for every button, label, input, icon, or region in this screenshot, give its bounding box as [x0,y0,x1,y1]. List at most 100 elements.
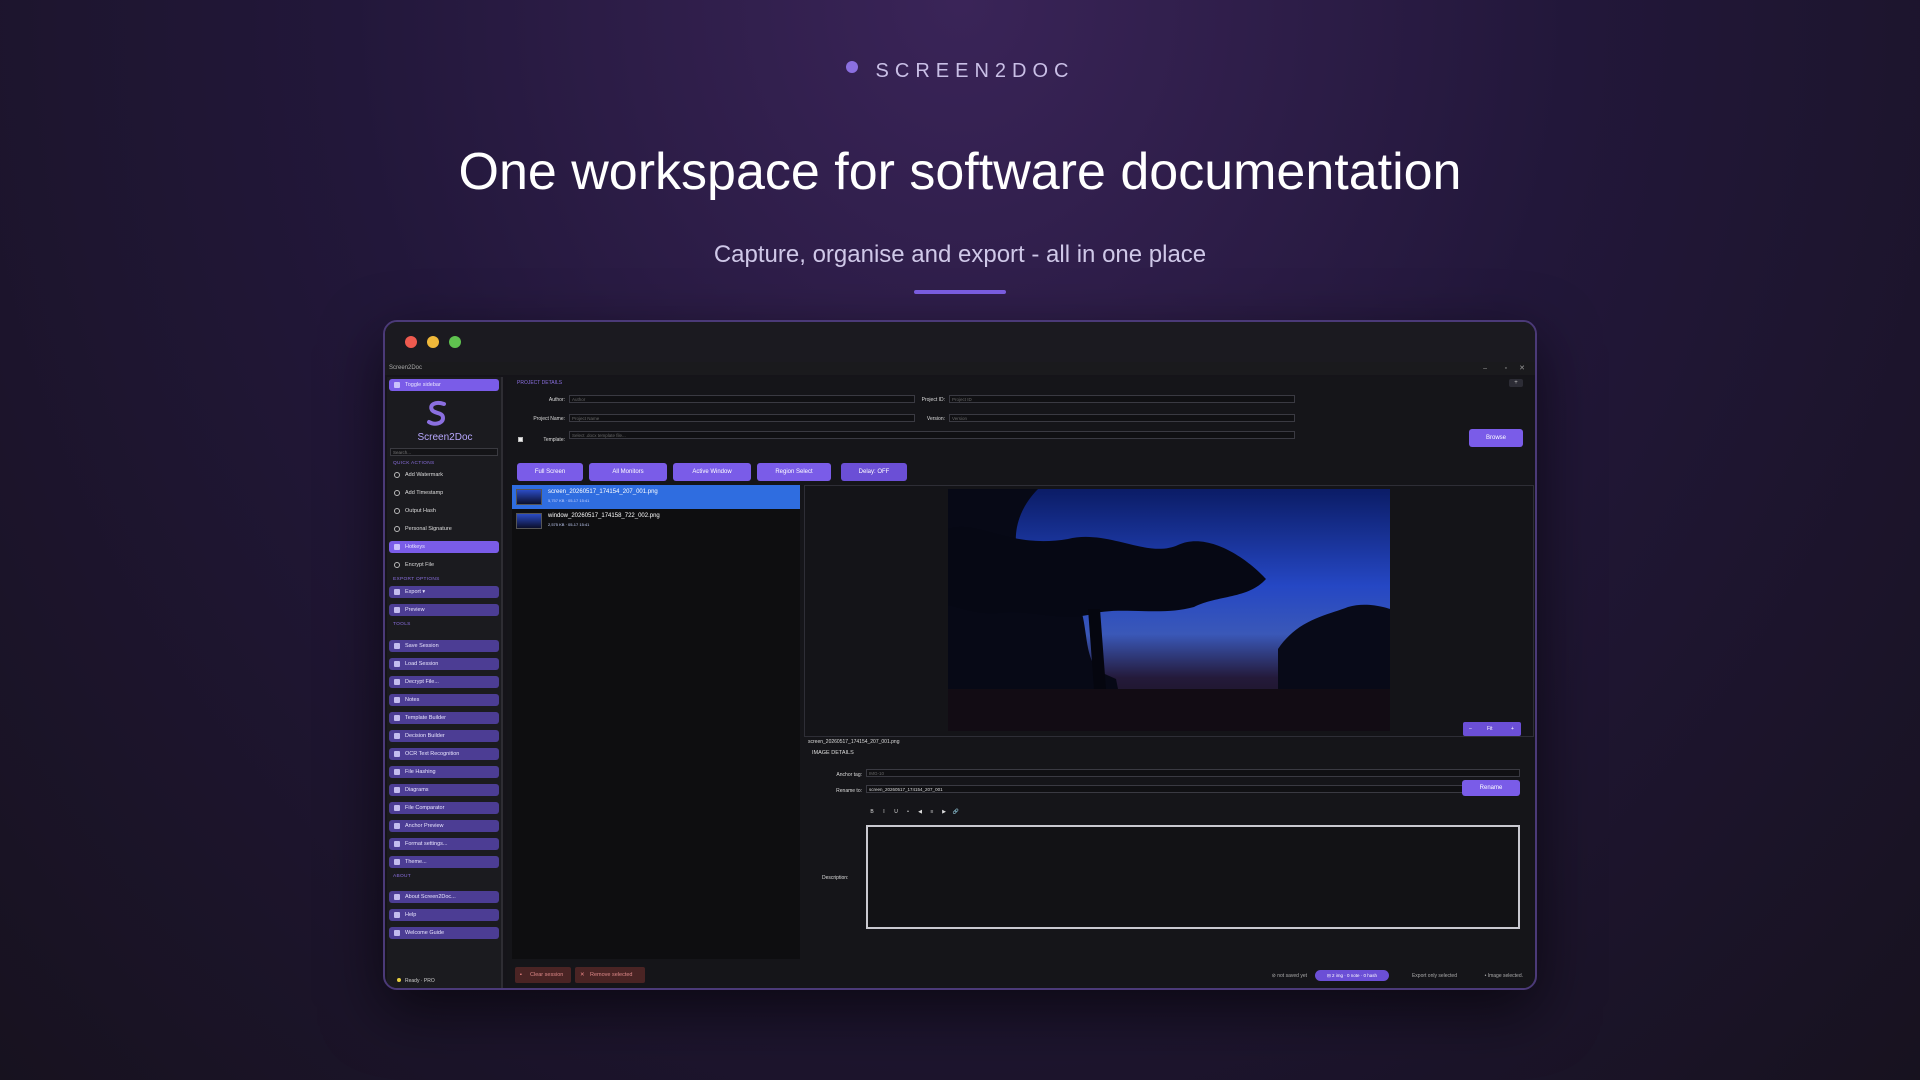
export-icon [394,589,400,595]
anchor-tag-field[interactable]: IMG-10 [866,769,1520,777]
format-settings-button[interactable]: Format settings... [389,838,499,850]
notes-button[interactable]: Notes [389,694,499,706]
clear-session-button[interactable]: ▪ Clear session [515,967,571,983]
add-timestamp-button[interactable]: Add Timestamp [389,487,499,499]
save-icon [394,643,400,649]
toggle-sidebar-button[interactable]: Toggle sidebar [389,379,499,391]
rename-field[interactable]: screen_20260517_174154_207_001 [866,785,1468,793]
decision-builder-button[interactable]: Decision Builder [389,730,499,742]
folder-icon [394,661,400,667]
align-right-icon[interactable]: ▶ [938,809,950,815]
zoom-dot-icon[interactable] [449,336,461,348]
template-icon [394,715,400,721]
file-meta: 2,575 KB · 05-17 15:41 [548,522,590,527]
guide-icon [394,930,400,936]
minimize-dot-icon[interactable] [427,336,439,348]
link-icon[interactable]: 🔗 [950,809,962,815]
app-name: Screen2Doc [417,432,473,443]
save-status: ⊘ not saved yet [1271,973,1307,979]
author-label: Author: [548,397,565,403]
about-heading: ABOUT [393,874,412,879]
delay-button[interactable]: Delay: OFF [841,463,907,481]
all-monitors-button[interactable]: All Monitors [589,463,667,481]
diagrams-button[interactable]: Diagrams [389,784,499,796]
underline-icon[interactable]: U [890,809,902,815]
load-session-button[interactable]: Load Session [389,658,499,670]
preview-image [948,489,1390,731]
project-id-field[interactable]: Project ID [949,395,1295,403]
image-preview[interactable]: – Fit + [804,485,1534,737]
template-builder-button[interactable]: Template Builder [389,712,499,724]
rename-button[interactable]: Rename [1462,780,1520,796]
anchor-preview-button[interactable]: Anchor Preview [389,820,499,832]
app-window-mockup: Screen2Doc – ▫ ✕ Toggle sidebar Screen2D… [383,320,1537,990]
personal-signature-button[interactable]: Personal Signature [389,523,499,535]
full-screen-button[interactable]: Full Screen [517,463,583,481]
ocr-button[interactable]: OCR Text Recognition [389,748,499,760]
file-hashing-button[interactable]: File Hashing [389,766,499,778]
remove-selected-button[interactable]: ✕ Remove selected [575,967,645,983]
headline: One workspace for software documentation [458,143,1462,201]
about-button[interactable]: About Screen2Doc... [389,891,499,903]
project-id-label: Project ID: [921,397,945,403]
image-details: IMAGE DETAILS Anchor tag: IMG-10 Rename … [804,747,1534,959]
file-thumbnail [516,489,542,505]
export-button[interactable]: Export ▾ [389,586,499,598]
zoom-fit-button[interactable]: Fit [1487,722,1493,736]
welcome-guide-button[interactable]: Welcome Guide [389,927,499,939]
project-name-field[interactable]: Project Name [569,414,915,422]
preview-button[interactable]: Preview [389,604,499,616]
region-select-button[interactable]: Region Select [757,463,831,481]
export-only-selected-checkbox[interactable]: Export only selected [1412,973,1457,979]
zoom-out-button[interactable]: – [1469,722,1472,736]
info-icon [394,894,400,900]
add-watermark-button[interactable]: Add Watermark [389,469,499,481]
template-field[interactable]: Select .docx template file... [569,431,1295,439]
align-left-icon[interactable]: ◀ [914,809,926,815]
help-icon [394,912,400,918]
close-icon[interactable]: ✕ [1519,362,1525,375]
description-textarea[interactable] [866,825,1520,929]
zoom-in-button[interactable]: + [1511,722,1514,736]
author-field[interactable]: Author [569,395,915,403]
hotkeys-button[interactable]: Hotkeys [389,541,499,553]
accent-divider [914,290,1006,294]
close-dot-icon[interactable] [405,336,417,348]
search-icon [394,751,400,757]
sidebar-search-input[interactable]: Search... [390,448,498,456]
italic-icon[interactable]: I [878,809,890,815]
file-row[interactable]: screen_20260517_174154_207_001.png 5,757… [512,485,800,509]
mock-titlebar [385,322,1535,364]
compare-icon [394,805,400,811]
save-session-button[interactable]: Save Session [389,640,499,652]
bold-icon[interactable]: B [866,809,878,815]
palette-icon [394,859,400,865]
encrypt-file-button[interactable]: Encrypt File [389,559,499,571]
file-comparator-button[interactable]: File Comparator [389,802,499,814]
file-list: screen_20260517_174154_207_001.png 5,757… [512,485,800,959]
file-row[interactable]: window_20260517_174158_722_002.png 2,575… [512,509,800,533]
output-hash-button[interactable]: Output Hash [389,505,499,517]
bullet-icon[interactable]: • [902,809,914,815]
maximize-icon[interactable]: ▫ [1505,362,1507,375]
theme-button[interactable]: Theme... [389,856,499,868]
decrypt-file-button[interactable]: Decrypt File... [389,676,499,688]
align-center-icon[interactable]: ≡ [926,809,938,815]
browse-button[interactable]: Browse [1469,429,1523,447]
version-field[interactable]: Version [949,414,1295,422]
zoom-controls: – Fit + [1463,722,1521,736]
counts-badge: ⊟ 2 img · 0 note · 0 hash [1315,970,1389,981]
eye-icon [394,607,400,613]
minimize-icon[interactable]: – [1483,362,1487,375]
file-name: window_20260517_174158_722_002.png [548,513,660,519]
help-button[interactable]: Help [389,909,499,921]
project-name-label: Project Name: [533,416,565,422]
clock-icon [394,490,400,496]
template-checkbox[interactable] [518,437,523,442]
lock-icon [394,562,400,568]
key-icon [394,679,400,685]
file-meta: 5,757 KB · 05-17 15:41 [548,498,590,503]
trash-icon: ▪ [520,972,522,978]
active-window-button[interactable]: Active Window [673,463,751,481]
expand-button[interactable]: + [1509,379,1523,387]
